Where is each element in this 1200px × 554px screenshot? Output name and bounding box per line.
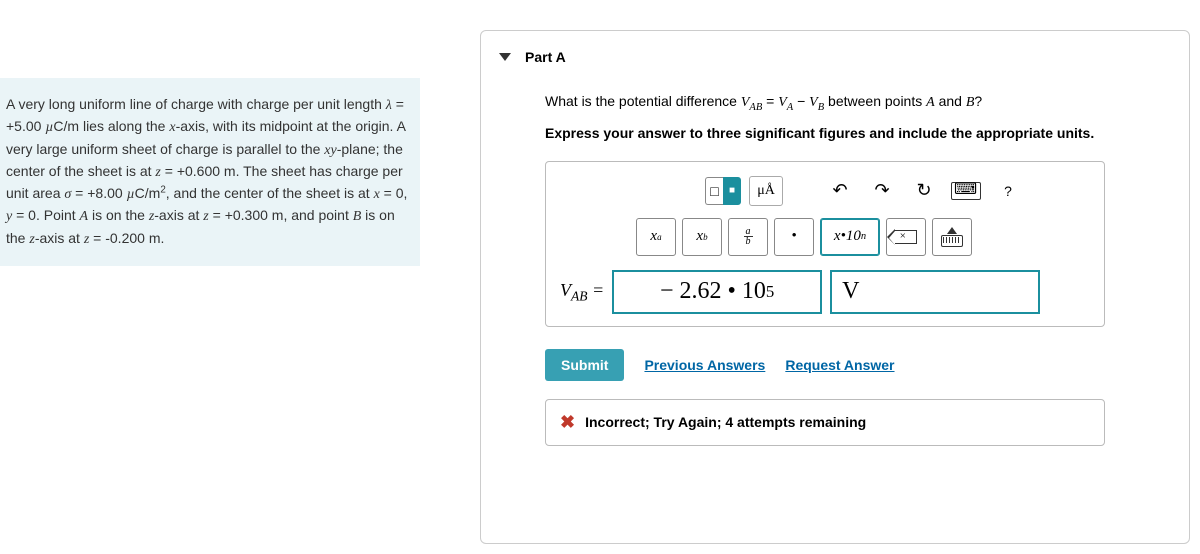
answer-panel: □■ μÅ ? xa xb ab [545,161,1105,327]
incorrect-icon: ✖ [560,412,575,433]
undo-icon[interactable] [823,176,857,206]
keyboard-icon[interactable] [949,176,983,206]
units-button[interactable]: μÅ [749,176,783,206]
submit-button[interactable]: Submit [545,349,624,381]
redo-icon[interactable] [865,176,899,206]
templates-button[interactable]: □■ [705,177,741,205]
question-instruction: Express your answer to three significant… [545,125,1167,141]
fraction-button[interactable]: ab [728,218,768,256]
answer-unit-input[interactable]: V [830,270,1040,314]
dot-button[interactable]: • [774,218,814,256]
sci-notation-button[interactable]: x•10n [820,218,880,256]
answer-lhs: VAB = [560,280,604,305]
superscript-button[interactable]: xa [636,218,676,256]
request-answer-link[interactable]: Request Answer [785,357,894,373]
reset-icon[interactable] [907,176,941,206]
part-header[interactable]: Part A [499,49,1167,65]
question-text: What is the potential difference VAB = V… [545,93,1167,113]
feedback-text: Incorrect; Try Again; 4 attempts remaini… [585,414,866,430]
part-panel: Part A What is the potential difference … [480,30,1190,544]
problem-statement: A very long uniform line of charge with … [0,78,420,266]
answer-value-input[interactable]: − 2.62 • 105 [612,270,822,314]
previous-answers-link[interactable]: Previous Answers [644,357,765,373]
keyboard-toggle-button[interactable] [932,218,972,256]
part-label: Part A [525,49,566,65]
chevron-down-icon [499,53,511,61]
subscript-button[interactable]: xb [682,218,722,256]
feedback-box: ✖ Incorrect; Try Again; 4 attempts remai… [545,399,1105,446]
backspace-button[interactable]: × [886,218,926,256]
help-button[interactable]: ? [991,176,1025,206]
units-label: μÅ [757,183,775,199]
